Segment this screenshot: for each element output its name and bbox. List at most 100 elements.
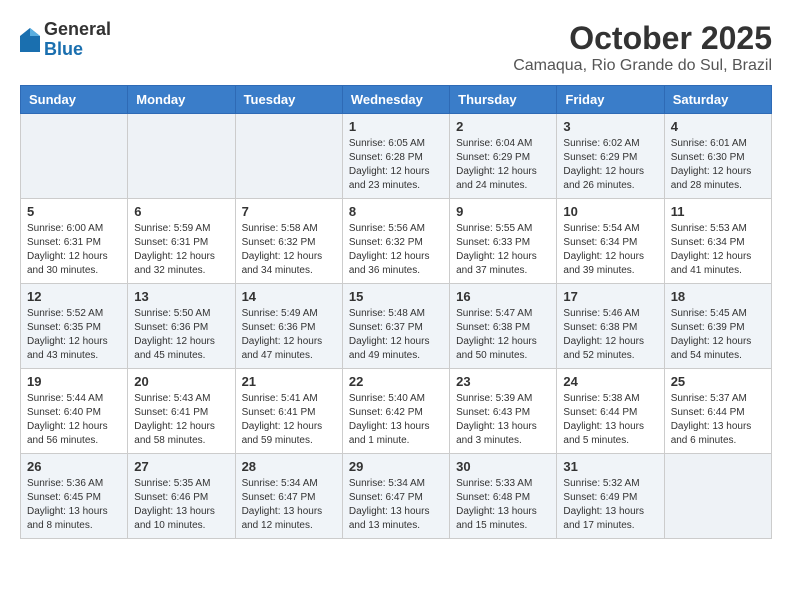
- day-number: 13: [134, 289, 228, 304]
- day-info: Sunrise: 5:32 AM Sunset: 6:49 PM Dayligh…: [563, 477, 657, 533]
- day-number: 8: [349, 204, 443, 219]
- day-info: Sunrise: 5:49 AM Sunset: 6:36 PM Dayligh…: [242, 307, 336, 363]
- day-number: 7: [242, 204, 336, 219]
- day-info: Sunrise: 5:36 AM Sunset: 6:45 PM Dayligh…: [27, 477, 121, 533]
- day-number: 17: [563, 289, 657, 304]
- calendar-day-cell: 26 Sunrise: 5:36 AM Sunset: 6:45 PM Dayli…: [21, 454, 128, 539]
- day-number: 4: [671, 119, 765, 134]
- day-info: Sunrise: 5:46 AM Sunset: 6:38 PM Dayligh…: [563, 307, 657, 363]
- day-info: Sunrise: 5:39 AM Sunset: 6:43 PM Dayligh…: [456, 392, 550, 448]
- weekday-header-monday: Monday: [128, 86, 235, 114]
- day-info: Sunrise: 6:02 AM Sunset: 6:29 PM Dayligh…: [563, 137, 657, 193]
- calendar-day-cell: 14 Sunrise: 5:49 AM Sunset: 6:36 PM Dayli…: [235, 284, 342, 369]
- calendar-week-row: 26 Sunrise: 5:36 AM Sunset: 6:45 PM Dayli…: [21, 454, 772, 539]
- calendar-day-cell: 23 Sunrise: 5:39 AM Sunset: 6:43 PM Dayli…: [450, 369, 557, 454]
- calendar-week-row: 1 Sunrise: 6:05 AM Sunset: 6:28 PM Daylig…: [21, 114, 772, 199]
- day-info: Sunrise: 5:52 AM Sunset: 6:35 PM Dayligh…: [27, 307, 121, 363]
- calendar-day-cell: 1 Sunrise: 6:05 AM Sunset: 6:28 PM Daylig…: [342, 114, 449, 199]
- day-number: 28: [242, 459, 336, 474]
- calendar-day-cell: 20 Sunrise: 5:43 AM Sunset: 6:41 PM Dayli…: [128, 369, 235, 454]
- calendar-day-cell: 30 Sunrise: 5:33 AM Sunset: 6:48 PM Dayli…: [450, 454, 557, 539]
- title-section: October 2025 Camaqua, Rio Grande do Sul,…: [513, 20, 772, 75]
- day-number: 10: [563, 204, 657, 219]
- day-info: Sunrise: 6:00 AM Sunset: 6:31 PM Dayligh…: [27, 222, 121, 278]
- day-number: 29: [349, 459, 443, 474]
- day-info: Sunrise: 5:40 AM Sunset: 6:42 PM Dayligh…: [349, 392, 443, 448]
- day-info: Sunrise: 5:59 AM Sunset: 6:31 PM Dayligh…: [134, 222, 228, 278]
- calendar-table: SundayMondayTuesdayWednesdayThursdayFrid…: [20, 85, 772, 539]
- calendar-day-cell: 24Sunrise: 5:38 AM Sunset: 6:44 PM Dayli…: [557, 369, 664, 454]
- calendar-day-cell: [664, 454, 771, 539]
- month-title: October 2025: [513, 20, 772, 57]
- calendar-week-row: 12 Sunrise: 5:52 AM Sunset: 6:35 PM Dayli…: [21, 284, 772, 369]
- weekday-header-wednesday: Wednesday: [342, 86, 449, 114]
- day-number: 16: [456, 289, 550, 304]
- weekday-header-tuesday: Tuesday: [235, 86, 342, 114]
- calendar-day-cell: 31 Sunrise: 5:32 AM Sunset: 6:49 PM Dayli…: [557, 454, 664, 539]
- calendar-week-row: 5 Sunrise: 6:00 AM Sunset: 6:31 PM Daylig…: [21, 199, 772, 284]
- day-number: 26: [27, 459, 121, 474]
- calendar-day-cell: 17 Sunrise: 5:46 AM Sunset: 6:38 PM Dayli…: [557, 284, 664, 369]
- day-info: Sunrise: 5:34 AM Sunset: 6:47 PM Dayligh…: [242, 477, 336, 533]
- calendar-day-cell: [235, 114, 342, 199]
- calendar-day-cell: 4 Sunrise: 6:01 AM Sunset: 6:30 PM Daylig…: [664, 114, 771, 199]
- day-number: 20: [134, 374, 228, 389]
- day-info: Sunrise: 5:48 AM Sunset: 6:37 PM Dayligh…: [349, 307, 443, 363]
- weekday-header-row: SundayMondayTuesdayWednesdayThursdayFrid…: [21, 86, 772, 114]
- day-number: 6: [134, 204, 228, 219]
- day-info: Sunrise: 5:58 AM Sunset: 6:32 PM Dayligh…: [242, 222, 336, 278]
- weekday-header-friday: Friday: [557, 86, 664, 114]
- day-info: Sunrise: 5:38 AM Sunset: 6:44 PM Dayligh…: [563, 392, 657, 448]
- calendar-day-cell: 6 Sunrise: 5:59 AM Sunset: 6:31 PM Daylig…: [128, 199, 235, 284]
- day-number: 1: [349, 119, 443, 134]
- weekday-header-saturday: Saturday: [664, 86, 771, 114]
- day-number: 23: [456, 374, 550, 389]
- logo: General Blue: [20, 20, 111, 60]
- day-number: 5: [27, 204, 121, 219]
- calendar-week-row: 19Sunrise: 5:44 AM Sunset: 6:40 PM Dayli…: [21, 369, 772, 454]
- day-info: Sunrise: 5:43 AM Sunset: 6:41 PM Dayligh…: [134, 392, 228, 448]
- calendar-day-cell: 5 Sunrise: 6:00 AM Sunset: 6:31 PM Daylig…: [21, 199, 128, 284]
- calendar-day-cell: [21, 114, 128, 199]
- calendar-day-cell: 11Sunrise: 5:53 AM Sunset: 6:34 PM Dayli…: [664, 199, 771, 284]
- day-number: 11: [671, 204, 765, 219]
- day-info: Sunrise: 5:33 AM Sunset: 6:48 PM Dayligh…: [456, 477, 550, 533]
- calendar-day-cell: 29Sunrise: 5:34 AM Sunset: 6:47 PM Dayli…: [342, 454, 449, 539]
- day-number: 3: [563, 119, 657, 134]
- day-number: 12: [27, 289, 121, 304]
- day-number: 21: [242, 374, 336, 389]
- day-info: Sunrise: 6:05 AM Sunset: 6:28 PM Dayligh…: [349, 137, 443, 193]
- calendar-day-cell: [128, 114, 235, 199]
- location-title: Camaqua, Rio Grande do Sul, Brazil: [513, 57, 772, 75]
- day-number: 27: [134, 459, 228, 474]
- calendar-day-cell: 21 Sunrise: 5:41 AM Sunset: 6:41 PM Dayli…: [235, 369, 342, 454]
- calendar-day-cell: 9Sunrise: 5:55 AM Sunset: 6:33 PM Daylig…: [450, 199, 557, 284]
- calendar-day-cell: 18 Sunrise: 5:45 AM Sunset: 6:39 PM Dayli…: [664, 284, 771, 369]
- day-number: 25: [671, 374, 765, 389]
- day-number: 14: [242, 289, 336, 304]
- day-number: 15: [349, 289, 443, 304]
- day-number: 31: [563, 459, 657, 474]
- calendar-day-cell: 25Sunrise: 5:37 AM Sunset: 6:44 PM Dayli…: [664, 369, 771, 454]
- calendar-day-cell: 13Sunrise: 5:50 AM Sunset: 6:36 PM Dayli…: [128, 284, 235, 369]
- logo-icon: [20, 28, 40, 52]
- day-number: 2: [456, 119, 550, 134]
- day-info: Sunrise: 6:04 AM Sunset: 6:29 PM Dayligh…: [456, 137, 550, 193]
- day-info: Sunrise: 5:47 AM Sunset: 6:38 PM Dayligh…: [456, 307, 550, 363]
- logo-text: General Blue: [44, 20, 111, 60]
- day-info: Sunrise: 5:41 AM Sunset: 6:41 PM Dayligh…: [242, 392, 336, 448]
- calendar-day-cell: 16 Sunrise: 5:47 AM Sunset: 6:38 PM Dayli…: [450, 284, 557, 369]
- calendar-day-cell: 7 Sunrise: 5:58 AM Sunset: 6:32 PM Daylig…: [235, 199, 342, 284]
- day-number: 18: [671, 289, 765, 304]
- day-info: Sunrise: 5:44 AM Sunset: 6:40 PM Dayligh…: [27, 392, 121, 448]
- page-header: General Blue October 2025 Camaqua, Rio G…: [20, 20, 772, 75]
- day-number: 30: [456, 459, 550, 474]
- day-info: Sunrise: 5:55 AM Sunset: 6:33 PM Dayligh…: [456, 222, 550, 278]
- calendar-day-cell: 2 Sunrise: 6:04 AM Sunset: 6:29 PM Daylig…: [450, 114, 557, 199]
- calendar-day-cell: 28 Sunrise: 5:34 AM Sunset: 6:47 PM Dayli…: [235, 454, 342, 539]
- day-info: Sunrise: 5:45 AM Sunset: 6:39 PM Dayligh…: [671, 307, 765, 363]
- calendar-day-cell: 15 Sunrise: 5:48 AM Sunset: 6:37 PM Dayli…: [342, 284, 449, 369]
- day-info: Sunrise: 6:01 AM Sunset: 6:30 PM Dayligh…: [671, 137, 765, 193]
- weekday-header-thursday: Thursday: [450, 86, 557, 114]
- logo-blue-text: Blue: [44, 40, 111, 60]
